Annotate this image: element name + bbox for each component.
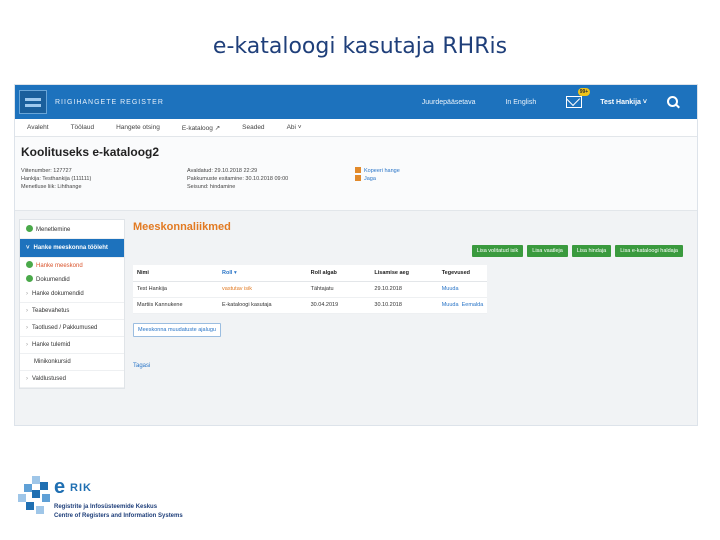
top-bar: RIIGIHANGETE REGISTER Juurdepääsetava In… <box>15 85 697 119</box>
sidebar-item-team-worksheet[interactable]: Hanke meeskonna tööleht <box>20 239 124 258</box>
nav-ecatalog[interactable]: E-kataloog ↗ <box>182 124 220 132</box>
add-ecatalog-manager-button[interactable]: Lisa e-kataloogi haldaja <box>615 245 683 257</box>
rik-logo: e RIK Registrite ja Infosüsteemide Kesku… <box>18 476 228 524</box>
published-date: Avaldatud: 29.10.2018 22:29 <box>187 168 258 174</box>
copy-procurement-link[interactable]: Kopeeri hange <box>355 167 400 175</box>
brand-name[interactable]: RIIGIHANGETE REGISTER <box>55 99 164 106</box>
sidebar-subitem-team[interactable]: Hanke meeskond <box>20 258 124 272</box>
procurement-actions: Kopeeri hange Jaga <box>355 167 400 183</box>
back-link[interactable]: Tagasi <box>133 363 150 369</box>
main-panel: Meeskonnaliikmed Lisa volitatud isik Lis… <box>133 219 683 369</box>
sidebar-item-communication[interactable]: Teabevahetus <box>20 303 124 320</box>
team-members-table: Nimi Roll ▾ Roll algab Lisamise aeg Tege… <box>133 265 488 314</box>
tender-deadline: Pakkumuste esitamine: 30.10.2018 09:00 <box>187 176 289 182</box>
org-name-en: Centre of Registers and Information Syst… <box>54 513 183 519</box>
col-name[interactable]: Nimi <box>133 265 219 282</box>
mail-count-badge: 99+ <box>577 88 591 96</box>
procurement-meta-left: Viitenumber: 127727 Hankija: Testhankija… <box>21 167 91 191</box>
nav-help[interactable]: Abi ˅ <box>287 124 302 131</box>
member-name: Test Hankija <box>133 281 219 298</box>
slide-title: e-kataloogi kasutaja RHRis <box>212 34 508 59</box>
procedure-type: Menetluse liik: Lihthange <box>21 184 82 190</box>
sidebar-item-procurement-documents[interactable]: Hanke dokumendid <box>20 286 124 303</box>
page-title: Koolituseks e-kataloog2 <box>21 145 160 159</box>
logo-e: e <box>54 476 66 498</box>
coat-of-arms-logo[interactable] <box>19 90 47 114</box>
reference-number: Viitenumber: 127727 <box>21 168 72 174</box>
language-link[interactable]: In English <box>505 99 536 106</box>
main-nav: Avaleht Töölaud Hangete otsing E-kataloo… <box>15 119 697 137</box>
nav-dashboard[interactable]: Töölaud <box>71 124 95 131</box>
check-icon <box>26 275 33 282</box>
share-label: Jaga <box>364 176 376 182</box>
add-authorized-person-button[interactable]: Lisa volitatud isik <box>471 245 524 257</box>
nav-settings[interactable]: Seaded <box>242 124 264 131</box>
sidebar-item-challenges[interactable]: Valdlustused <box>20 371 124 388</box>
edit-link[interactable]: Muuda <box>442 302 459 308</box>
search-icon[interactable] <box>667 96 679 108</box>
table-row: Test Hankija vastutav isik Tähtajatu 29.… <box>133 281 488 298</box>
accessibility-link[interactable]: Juurdepääsetava <box>422 99 476 106</box>
user-menu[interactable]: Test Hankija ˅ <box>600 99 647 106</box>
sidebar: Menetlemine Hanke meeskonna tööleht Hank… <box>19 219 125 389</box>
check-icon <box>26 225 33 232</box>
copy-icon <box>355 167 361 173</box>
sidebar-subitem-documents[interactable]: Dokumendid <box>20 272 124 286</box>
table-row: Martiis Kannukene E-kataloogi kasutaja 3… <box>133 297 488 314</box>
org-name-et: Registrite ja Infosüsteemide Keskus <box>54 504 158 510</box>
sidebar-item-results[interactable]: Hanke tulemid <box>20 337 124 354</box>
sidebar-heading[interactable]: Menetlemine <box>20 220 124 239</box>
procurement-meta-mid: Avaldatud: 29.10.2018 22:29 Pakkumuste e… <box>187 167 288 191</box>
check-icon <box>26 261 33 268</box>
add-member-buttons: Lisa volitatud isik Lisa vaatleja Lisa h… <box>468 245 683 257</box>
add-observer-button[interactable]: Lisa vaatleja <box>527 245 568 257</box>
team-history-button[interactable]: Meeskonna muudatuste ajalugu <box>133 323 221 337</box>
role-start: 30.04.2019 <box>306 297 371 314</box>
contracting-authority: Hankija: Testhankija (111111) <box>21 176 92 182</box>
share-link[interactable]: Jaga <box>355 175 400 183</box>
remove-link[interactable]: Eemalda <box>462 302 484 308</box>
added-date: 29.10.2018 <box>370 281 438 298</box>
col-added[interactable]: Lisamise aeg <box>370 265 438 282</box>
edit-link[interactable]: Muuda <box>442 286 459 292</box>
col-role-start[interactable]: Roll algab <box>306 265 371 282</box>
add-evaluator-button[interactable]: Lisa hindaja <box>571 245 612 257</box>
copy-label: Kopeeri hange <box>364 168 400 174</box>
col-actions: Tegevused <box>437 265 488 282</box>
nav-procurement-search[interactable]: Hangete otsing <box>116 124 160 131</box>
sidebar-item-applications-tenders[interactable]: Taotlused / Pakkumused <box>20 320 124 337</box>
mail-icon[interactable]: 99+ <box>566 88 591 108</box>
status: Seisund: hindamine <box>187 184 236 190</box>
app-screenshot: RIIGIHANGETE REGISTER Juurdepääsetava In… <box>14 84 698 426</box>
sidebar-item-mini-competitions[interactable]: Minikonkursid <box>20 354 124 371</box>
added-date: 30.10.2018 <box>370 297 438 314</box>
nav-home[interactable]: Avaleht <box>27 124 49 131</box>
member-role[interactable]: vastutav isik <box>218 281 307 298</box>
share-icon <box>355 175 361 181</box>
col-role[interactable]: Roll ▾ <box>218 265 307 282</box>
role-start: Tähtajatu <box>306 281 371 298</box>
procurement-header: Koolituseks e-kataloog2 Viitenumber: 127… <box>15 137 697 211</box>
table-header-row: Nimi Roll ▾ Roll algab Lisamise aeg Tege… <box>133 265 488 282</box>
section-title: Meeskonnaliikmed <box>133 221 231 233</box>
logo-rik: RIK <box>70 482 92 494</box>
content-area: Menetlemine Hanke meeskonna tööleht Hank… <box>15 211 697 425</box>
member-name: Martiis Kannukene <box>133 297 219 314</box>
member-role: E-kataloogi kasutaja <box>218 297 307 314</box>
